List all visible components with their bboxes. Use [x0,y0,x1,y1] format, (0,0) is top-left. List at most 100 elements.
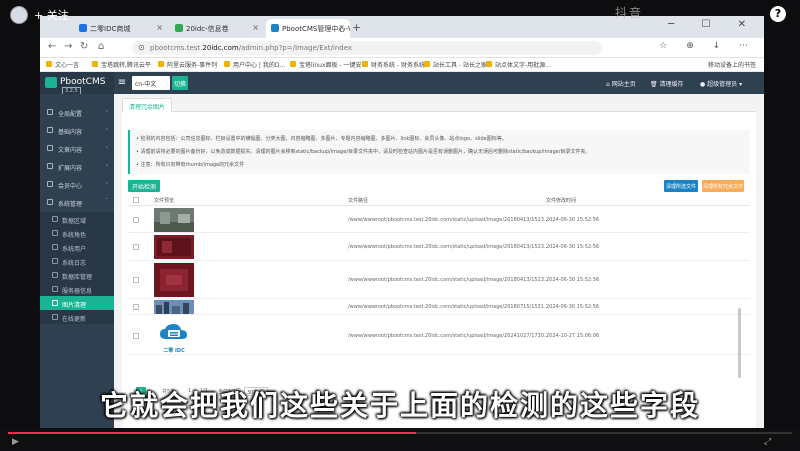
bookmark-item[interactable]: 阿里云服务-事件列 [158,60,217,69]
chevron-icon: ‹ [105,162,108,169]
clear-cache-label: 清理缓存 [659,81,684,88]
clear-all-button[interactable]: 清理所有冗余文件 [702,180,744,192]
table-row[interactable]: /www/wwwroot/pbootcms.test.20idc.com/sta… [128,207,750,233]
sidebar-sub-label: 系统用户 [62,246,87,253]
image-preview-red-door [154,235,194,259]
sidebar-sub-image-cleanup[interactable]: 图片清理 [40,296,114,310]
content-panel: • 检测的内容包括：公司信息图标、栏目设置中的横幅图、分类大图、内容缩略图、多图… [122,112,756,428]
admin-user-menu[interactable]: ● 超级管理员 ▾ [700,79,742,88]
image-icon [52,300,58,306]
brand-logo[interactable]: PbootCMS3.2.5 [40,72,114,95]
vertical-scrollbar[interactable] [738,308,741,378]
database-icon [52,216,58,222]
column-header: 文件修改时间 [546,198,577,204]
sidebar-item-label: 系统管理 [58,201,83,208]
switch-language-button[interactable]: 切换 [172,76,188,90]
back-arrow-icon[interactable]: ← [48,41,56,52]
sidebar-sub-server-info[interactable]: 服务器信息 [40,282,114,296]
table-row[interactable]: /www/wwwroot/pbootcms.test.20idc.com/sta… [128,299,750,315]
table-row[interactable]: 二零 IDC /www/wwwroot/pbootcms.test.20idc.… [128,315,750,355]
sidebar-item-label: 会员中心 [58,183,83,190]
sidebar-sub-system-log[interactable]: 系统日志 [40,254,114,268]
url-field[interactable]: ⊙ pbootcms.test.20idc.com/admin.php?p=/I… [132,41,602,55]
admin-user-label: 超级管理员 [707,81,738,88]
image-preview-cloud-logo: 二零 IDC [154,321,194,354]
url-suffix: /admin.php?p=/Image/Ext/index [238,44,353,52]
sidebar-item-system-management[interactable]: 系统管理 ˇ [40,194,114,210]
bookmark-item[interactable]: 文心一言 [46,60,79,69]
image-preview-city [154,300,194,314]
refresh-icon [52,314,58,320]
bookmark-item[interactable]: 站点体文字-用批源... [486,60,551,69]
table-header: 文件预览 文件路径 文件修改时间 [128,196,750,206]
image-preview-landscape [154,208,194,232]
row-checkbox[interactable] [133,304,139,310]
avatar[interactable] [10,6,28,24]
video-frame: 二零IDC商城 × 20idc-信息卷 × PbootCMS管理中心-V3.2.… [0,0,800,451]
start-scan-button[interactable]: 开始检测 [128,180,160,192]
notice-line: • 注意：所有只有带有thumb/image的冗余文件 [136,162,245,168]
table-row[interactable]: /www/wwwroot/pbootcms.test.20idc.com/sta… [128,261,750,299]
tab-clean-redundant-images[interactable]: 清理冗余图片 [122,98,173,112]
file-time: 2024-06-30 15:52:56 [546,277,600,283]
bookmark-item[interactable]: 宝塔linux面板 - 一键安... [290,60,367,69]
file-time: 2024-06-30 15:52:56 [546,217,600,223]
menu-toggle-icon[interactable]: ≡ [116,77,128,89]
help-button[interactable]: ? [770,6,786,22]
reload-icon[interactable]: ↻ [80,41,88,52]
monitor-icon [45,77,57,88]
sidebar-item-global-config[interactable]: 全局配置 ‹ [40,104,114,120]
play-icon[interactable]: ▶ [12,437,19,447]
lock-icon: ⊙ [138,43,145,52]
select-all-checkbox[interactable] [133,197,139,203]
row-checkbox[interactable] [133,277,139,283]
sidebar-sub-database[interactable]: 数据库管理 [40,268,114,282]
sidebar-item-extended-content[interactable]: 扩展内容 ‹ [40,158,114,174]
browser-window: 二零IDC商城 × 20idc-信息卷 × PbootCMS管理中心-V3.2.… [40,16,764,428]
folder-icon [47,127,53,133]
sidebar-sub-label: 系统角色 [62,232,87,239]
follow-button[interactable]: + 关注 [34,7,69,23]
sidebar-sub-system-roles[interactable]: 系统角色 [40,226,114,240]
server-icon [52,286,58,292]
sidebar-item-label: 文章内容 [58,147,83,154]
clear-cache-link[interactable]: 🗑 清理缓存 [650,79,684,88]
site-home-link[interactable]: ⌂ 网站主页 [606,79,636,88]
video-progress-bar[interactable] [8,432,792,434]
file-path: /www/wwwroot/pbootcms.test.20idc.com/sta… [348,277,549,283]
address-bar-row: ← → ↻ ⌂ ⊙ pbootcms.test.20idc.com/admin.… [40,38,764,58]
forward-arrow-icon[interactable]: → [64,41,72,52]
chevron-icon: ‹ [105,144,108,151]
sidebar-sub-data-area[interactable]: 数据区域 [40,212,114,226]
sidebar-sub-online-update[interactable]: 在线更新 [40,310,114,324]
sidebar-sub-label: 服务器信息 [62,288,93,295]
row-checkbox[interactable] [133,333,139,339]
browser-toolbar-icons[interactable]: ☆ ⊕ ↓ ⋯ [659,41,756,51]
mobile-bookmarks[interactable]: 移动设备上的书签 [708,60,756,69]
sidebar-item-basic-content[interactable]: 基础内容 ‹ [40,122,114,138]
language-select[interactable]: cn-中文 [132,76,170,90]
row-checkbox[interactable] [133,244,139,250]
chevron-icon: ‹ [105,126,108,133]
puzzle-icon [47,163,53,169]
sidebar-sub-system-users[interactable]: 系统用户 [40,240,114,254]
row-checkbox[interactable] [133,217,139,223]
clear-selected-button[interactable]: 清理所选文件 [664,180,698,192]
file-time: 2024-06-30 15:52:56 [546,244,600,250]
sidebar-item-member-center[interactable]: 会员中心 ‹ [40,176,114,192]
gear-icon [47,109,53,115]
bookmark-item[interactable]: 站长工具 - 站长之家 [424,60,487,69]
chevron-icon: ‹ [105,180,108,187]
bookmark-item[interactable]: 宝塔跳转,腾讯云平 [92,60,151,69]
bookmark-item[interactable]: 用户中心 | 我的D... [224,60,285,69]
sidebar: 全局配置 ‹ 基础内容 ‹ 文章内容 ‹ 扩展内容 ‹ 会员中心 ‹ 系统管理 ˇ 数据区域… [40,94,114,428]
table-row[interactable]: /www/wwwroot/pbootcms.test.20idc.com/sta… [128,233,750,261]
brand-name: PbootCMS [60,77,106,87]
sidebar-item-label: 基础内容 [58,129,83,136]
bookmark-item[interactable]: 财务系统 - 财务系统 [362,60,425,69]
sidebar-sub-label: 数据库管理 [62,274,93,281]
column-header: 文件路径 [348,198,369,204]
fullscreen-icon[interactable]: ⤢ [764,437,771,447]
home-icon[interactable]: ⌂ [98,41,104,52]
sidebar-item-article-content[interactable]: 文章内容 ‹ [40,140,114,156]
